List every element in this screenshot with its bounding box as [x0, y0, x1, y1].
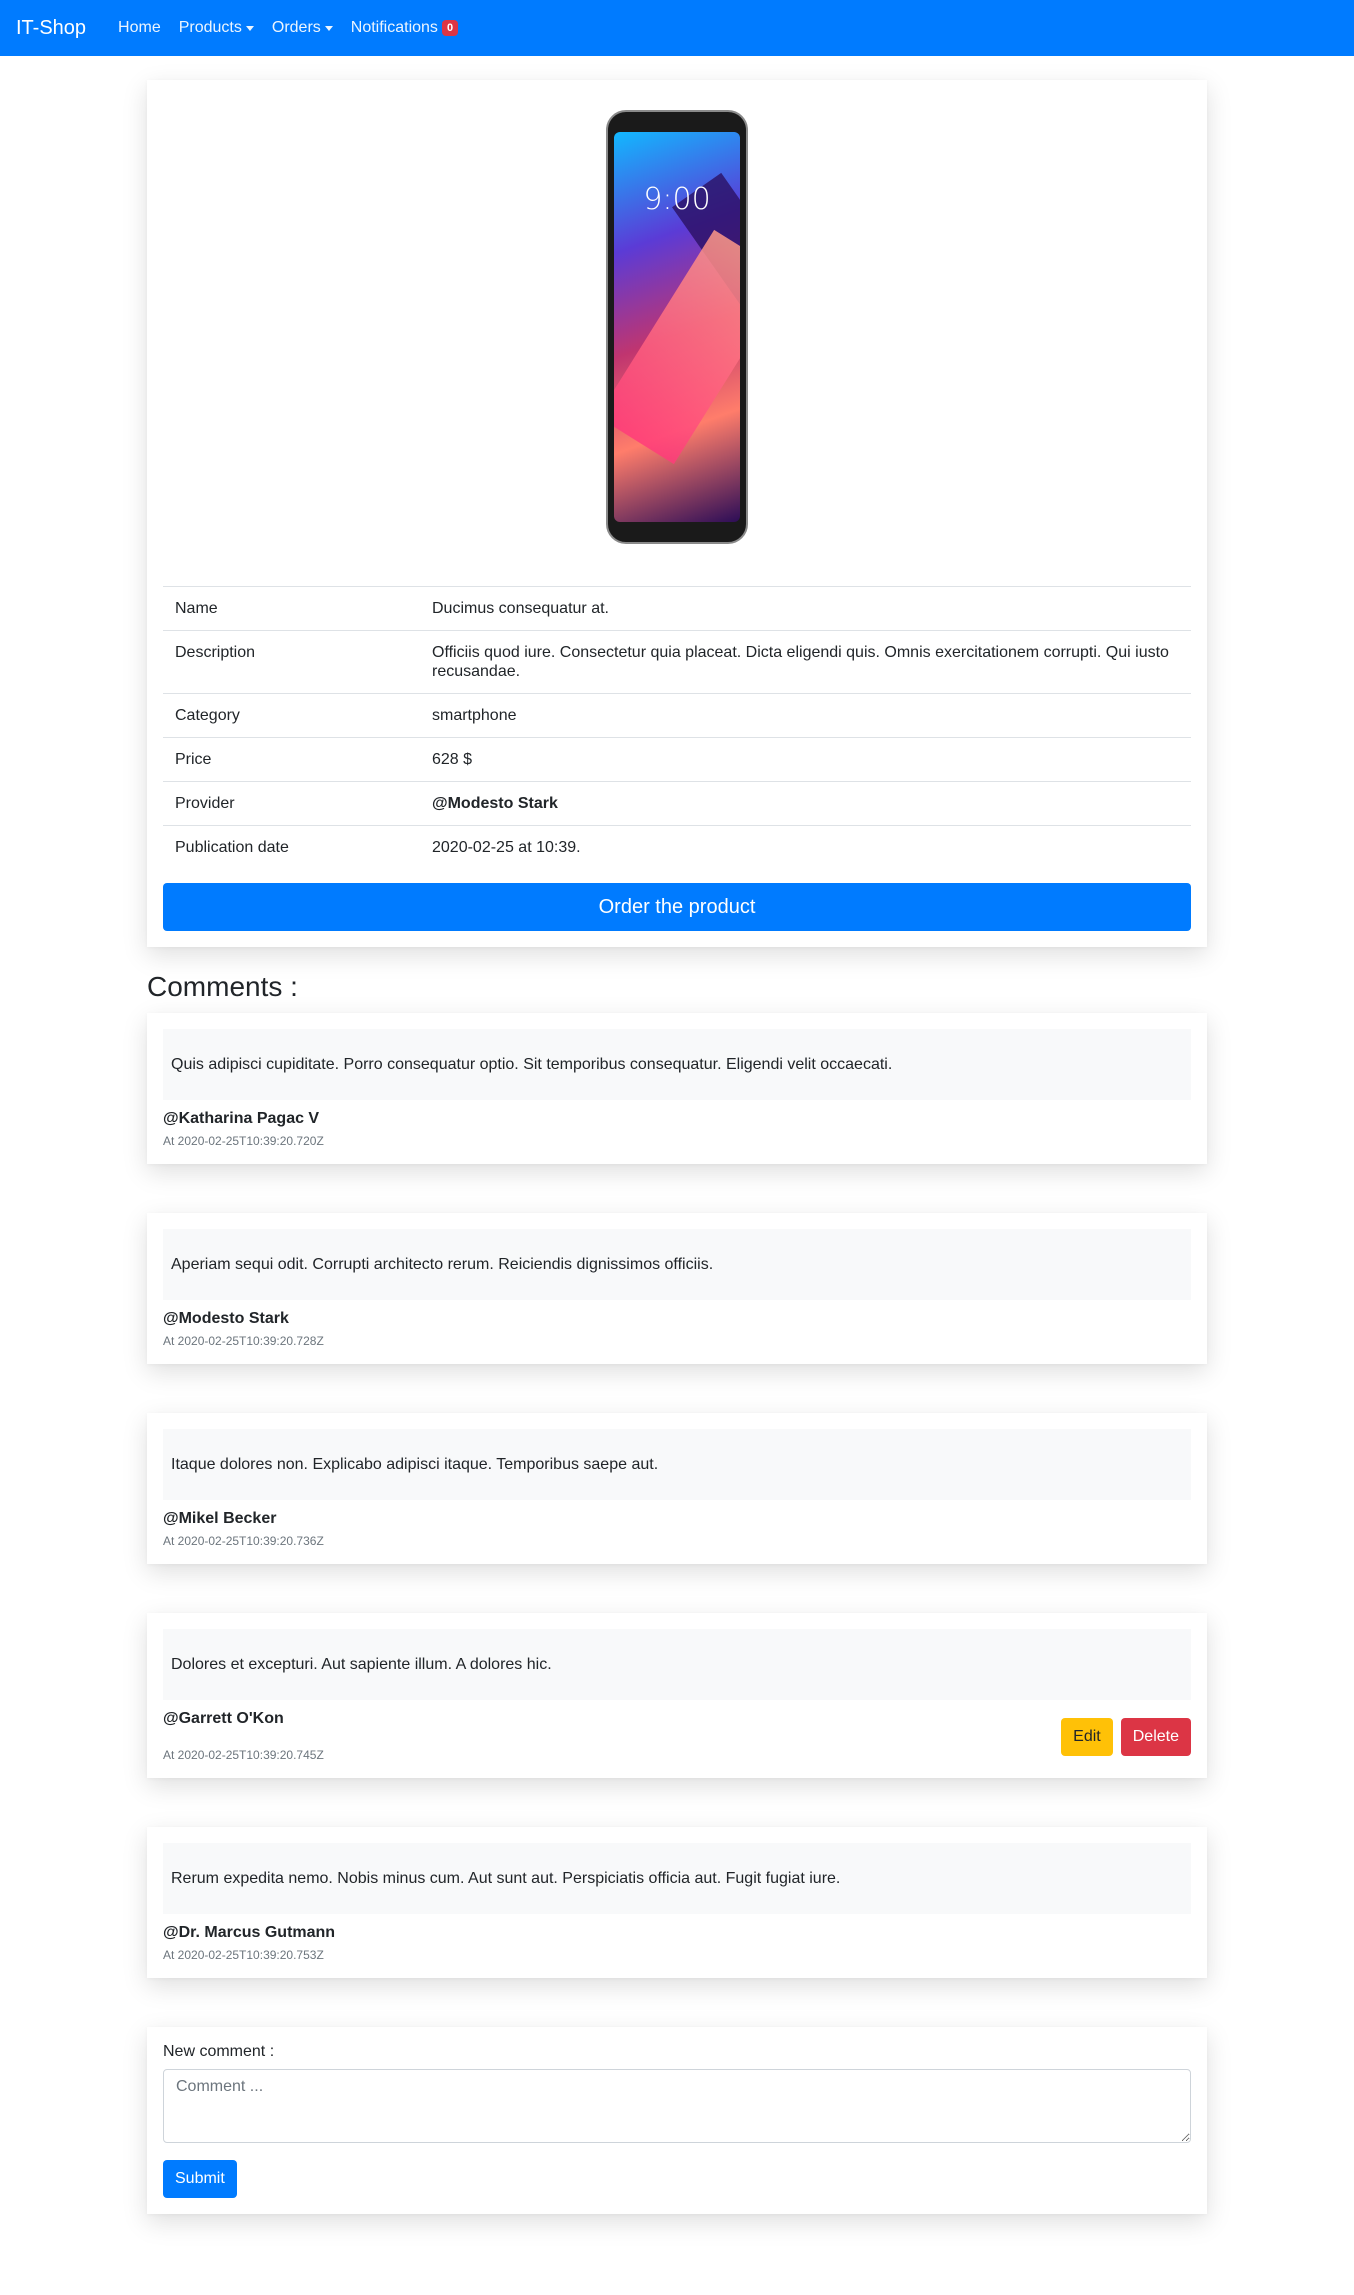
comment-author[interactable]: @Mikel Becker	[163, 1510, 324, 1528]
comment-footer: @Mikel Becker At 2020-02-25T10:39:20.736…	[163, 1510, 1191, 1548]
comment-meta: @Modesto Stark At 2020-02-25T10:39:20.72…	[163, 1310, 324, 1348]
caret-down-icon	[324, 25, 333, 31]
product-card: 9:00 Name Ducimus consequatur at. Descri…	[147, 80, 1207, 947]
comment-text: Rerum expedita nemo. Nobis minus cum. Au…	[163, 1843, 1191, 1914]
nav-products-dropdown[interactable]: Products	[179, 19, 254, 37]
detail-label: Provider	[163, 781, 420, 826]
provider-link[interactable]: @Modesto Stark	[432, 795, 558, 812]
detail-label: Price	[163, 737, 420, 782]
comment-card: Itaque dolores non. Explicabo adipisci i…	[147, 1413, 1207, 1564]
comments-heading: Comments :	[147, 971, 298, 1002]
comment-date: At 2020-02-25T10:39:20.728Z	[163, 1334, 324, 1348]
detail-value: Officiis quod iure. Consectetur quia pla…	[420, 630, 1191, 694]
comment-text: Quis adipisci cupiditate. Porro consequa…	[163, 1029, 1191, 1100]
nav-orders-dropdown[interactable]: Orders	[272, 19, 333, 37]
phone-wallpaper-stripe	[614, 229, 740, 465]
submit-comment-button[interactable]: Submit	[163, 2160, 237, 2198]
comment-author[interactable]: @Modesto Stark	[163, 1310, 324, 1328]
caret-down-icon	[245, 25, 254, 31]
nav-notifications[interactable]: Notifications 0	[350, 19, 459, 37]
comment-card: Quis adipisci cupiditate. Porro consequa…	[147, 1013, 1207, 1164]
comment-date: At 2020-02-25T10:39:20.736Z	[163, 1534, 324, 1548]
comment-author[interactable]: @Garrett O'Kon	[163, 1710, 324, 1728]
navbar: IT-Shop Home Products Orders Notificatio…	[0, 0, 1354, 56]
new-comment-label: New comment :	[163, 2043, 275, 2060]
product-details-table: Name Ducimus consequatur at. Description…	[163, 586, 1191, 869]
comment-card: Aperiam sequi odit. Corrupti architecto …	[147, 1213, 1207, 1364]
detail-label: Name	[163, 586, 420, 631]
detail-label: Publication date	[163, 825, 420, 869]
product-image-wrap: 9:00	[163, 96, 1191, 586]
comment-date: At 2020-02-25T10:39:20.720Z	[163, 1134, 324, 1148]
detail-row-publication-date: Publication date 2020-02-25 at 10:39.	[163, 825, 1191, 869]
notifications-count-badge: 0	[441, 20, 459, 36]
comment-footer: @Modesto Stark At 2020-02-25T10:39:20.72…	[163, 1310, 1191, 1348]
detail-label: Category	[163, 693, 420, 738]
comment-date: At 2020-02-25T10:39:20.753Z	[163, 1948, 324, 1962]
comment-footer: @Dr. Marcus Gutmann At 2020-02-25T10:39:…	[163, 1924, 1191, 1962]
comment-text: Itaque dolores non. Explicabo adipisci i…	[163, 1429, 1191, 1500]
edit-comment-button[interactable]: Edit	[1061, 1718, 1113, 1756]
nav-notifications-label: Notifications	[350, 19, 438, 36]
comment-card: Rerum expedita nemo. Nobis minus cum. Au…	[147, 1827, 1207, 1978]
phone-screen: 9:00	[614, 132, 740, 522]
phone-clock: 9:00	[643, 182, 711, 217]
comment-author[interactable]: @Dr. Marcus Gutmann	[163, 1924, 335, 1942]
order-product-button[interactable]: Order the product	[163, 883, 1191, 931]
comment-actions: Edit Delete	[1061, 1718, 1191, 1756]
nav-products-label: Products	[178, 19, 242, 36]
comment-date: At 2020-02-25T10:39:20.745Z	[163, 1748, 324, 1762]
comment-text: Dolores et excepturi. Aut sapiente illum…	[163, 1629, 1191, 1700]
comment-author[interactable]: @Katharina Pagac V	[163, 1110, 324, 1128]
comment-text: Aperiam sequi odit. Corrupti architecto …	[163, 1229, 1191, 1300]
comment-meta: @Katharina Pagac V At 2020-02-25T10:39:2…	[163, 1110, 324, 1148]
comment-card-own: Dolores et excepturi. Aut sapiente illum…	[147, 1613, 1207, 1778]
comment-meta: @Mikel Becker At 2020-02-25T10:39:20.736…	[163, 1510, 324, 1548]
detail-row-description: Description Officiis quod iure. Consecte…	[163, 630, 1191, 694]
comment-footer: @Garrett O'Kon At 2020-02-25T10:39:20.74…	[163, 1710, 1191, 1762]
detail-row-provider: Provider @Modesto Stark	[163, 781, 1191, 826]
main-container: 9:00 Name Ducimus consequatur at. Descri…	[147, 80, 1207, 2214]
comment-meta: @Garrett O'Kon At 2020-02-25T10:39:20.74…	[163, 1710, 324, 1762]
product-image: 9:00	[606, 110, 748, 544]
detail-value: @Modesto Stark	[420, 781, 1191, 826]
nav-home[interactable]: Home	[118, 19, 161, 37]
nav-orders-label: Orders	[271, 19, 321, 36]
comment-footer: @Katharina Pagac V At 2020-02-25T10:39:2…	[163, 1110, 1191, 1148]
detail-row-category: Category smartphone	[163, 693, 1191, 738]
detail-value: 2020-02-25 at 10:39.	[420, 825, 1191, 869]
delete-comment-button[interactable]: Delete	[1120, 1718, 1191, 1756]
detail-value: smartphone	[420, 693, 1191, 738]
detail-label: Description	[163, 630, 420, 694]
detail-row-name: Name Ducimus consequatur at.	[163, 586, 1191, 631]
brand-link[interactable]: IT-Shop	[16, 17, 86, 40]
detail-row-price: Price 628 $	[163, 737, 1191, 782]
nav-home-label: Home	[118, 19, 161, 36]
comment-meta: @Dr. Marcus Gutmann At 2020-02-25T10:39:…	[163, 1924, 335, 1962]
comment-textarea[interactable]	[163, 2069, 1191, 2143]
detail-value: Ducimus consequatur at.	[420, 586, 1191, 631]
detail-value: 628 $	[420, 737, 1191, 782]
new-comment-form: New comment : Submit	[147, 2027, 1207, 2214]
